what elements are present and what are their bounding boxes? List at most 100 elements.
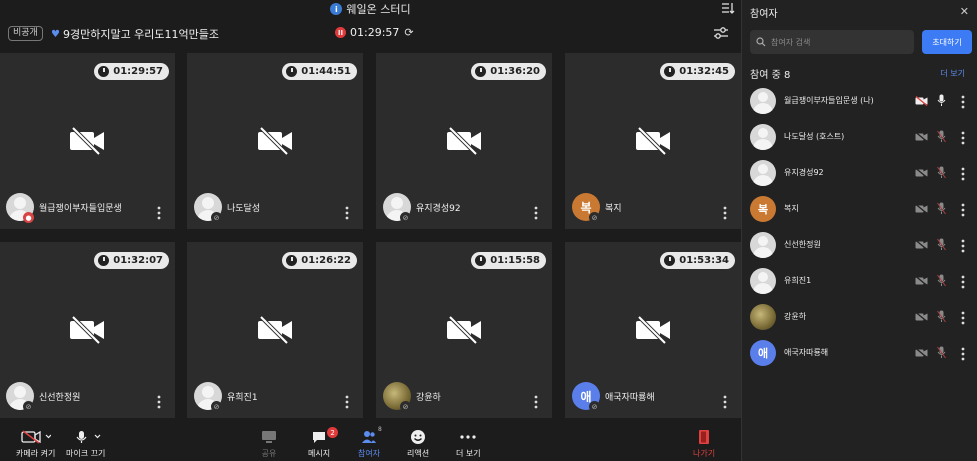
screen-share-icon — [262, 431, 276, 443]
elapsed-time-badge: 01:15:58 — [471, 252, 546, 269]
camera-off-icon — [915, 312, 928, 322]
participant-row[interactable]: 강윤하 — [742, 301, 977, 337]
room-header: 비공개 ♥ 9경만하지말고 우리도11억만들조 II 01:29:57 ⟳ — [0, 21, 741, 45]
info-icon[interactable]: i — [330, 3, 343, 15]
mic-muted-icon: ⊘ — [400, 401, 411, 412]
participant-row[interactable]: 월급쟁이부자들입문생 (나) — [742, 85, 977, 121]
close-icon[interactable]: ✕ — [960, 5, 969, 18]
mic-button-label: 마이크 끄기 — [66, 449, 106, 458]
more-vertical-icon[interactable] — [723, 205, 727, 220]
search-icon — [756, 37, 766, 47]
participant-row[interactable]: 신선한정원 — [742, 229, 977, 265]
private-badge: 비공개 — [8, 26, 43, 41]
exit-door-icon — [699, 430, 710, 444]
video-tile[interactable]: 01:32:07 ⊘ 신선한정원 — [0, 242, 175, 418]
video-area: i 웨일온 스터디 비공개 ♥ 9경만하지말고 우리도11억만들조 II 01:… — [0, 0, 741, 461]
more-link[interactable]: 더 보기 — [940, 68, 965, 79]
mic-off-icon — [937, 310, 946, 323]
clock-icon — [475, 255, 487, 266]
reaction-button-label: 리액션 — [407, 449, 430, 458]
clock-icon — [286, 255, 298, 266]
people-icon — [362, 431, 377, 443]
participant-name: 신선한정원 — [784, 240, 821, 249]
more-vertical-icon[interactable] — [961, 274, 965, 289]
more-vertical-icon[interactable] — [961, 202, 965, 217]
avatar: 복 — [750, 196, 776, 222]
more-button[interactable]: 더 보기 — [456, 429, 481, 459]
participant-row[interactable]: 나도달성 (호스트) — [742, 121, 977, 157]
smile-icon — [411, 430, 426, 444]
avatar — [750, 124, 776, 150]
avatar: 애 — [750, 340, 776, 366]
app-title: 웨일온 스터디 — [346, 3, 411, 16]
participants-button[interactable]: 8 참여자 — [358, 426, 382, 459]
video-tile[interactable]: 01:36:20 ⊘ 유지경성92 — [376, 53, 552, 229]
camera-off-icon — [915, 348, 928, 358]
message-button[interactable]: 2 메시지 — [308, 427, 339, 459]
mic-muted-icon: ⊘ — [211, 212, 222, 223]
participant-row[interactable]: 유지경성92 — [742, 157, 977, 193]
more-vertical-icon[interactable] — [723, 394, 727, 409]
video-tile[interactable]: 01:26:22 ⊘ 유희진1 — [187, 242, 363, 418]
clock-icon — [664, 66, 676, 77]
clock-icon — [475, 66, 487, 77]
refresh-icon[interactable]: ⟳ — [404, 26, 413, 39]
room-name: ♥ 9경만하지말고 우리도11억만들조 — [51, 26, 219, 42]
reaction-button[interactable]: 리액션 — [407, 429, 429, 459]
more-vertical-icon[interactable] — [157, 394, 161, 409]
more-vertical-icon[interactable] — [157, 205, 161, 220]
video-tile[interactable]: 01:44:51 ⊘ 나도달성 — [187, 53, 363, 229]
more-vertical-icon[interactable] — [534, 205, 538, 220]
invite-button[interactable]: 초대하기 — [922, 30, 972, 54]
elapsed-time: 01:44:51 — [301, 66, 351, 77]
mic-off-icon — [937, 202, 946, 215]
mic-muted-icon: ⊘ — [23, 401, 34, 412]
leave-button[interactable]: 나가기 — [693, 429, 715, 459]
participant-name: 나도달성 (호스트) — [784, 132, 845, 141]
more-vertical-icon[interactable] — [961, 130, 965, 145]
video-tile[interactable]: 01:32:45 복 ⊘ 복지 — [565, 53, 741, 229]
participant-name: 강윤하 — [416, 393, 441, 403]
more-horizontal-icon — [460, 435, 476, 439]
more-vertical-icon[interactable] — [534, 394, 538, 409]
mic-button[interactable]: 마이크 끄기 — [66, 429, 105, 459]
more-vertical-icon[interactable] — [345, 205, 349, 220]
participants-button-label: 참여자 — [358, 449, 381, 458]
message-button-label: 메시지 — [308, 449, 331, 458]
more-vertical-icon[interactable] — [961, 346, 965, 361]
sort-icon[interactable] — [721, 1, 735, 15]
panel-title: 참여자 — [750, 9, 778, 20]
participant-name: 복지 — [784, 204, 799, 213]
video-tile[interactable]: 01:53:34 애 ⊘ 애국자따룡해 — [565, 242, 741, 418]
elapsed-time-badge: 01:36:20 — [471, 63, 546, 80]
record-icon: II — [335, 27, 346, 38]
more-vertical-icon[interactable] — [961, 238, 965, 253]
camera-off-icon — [915, 204, 928, 214]
camera-off-icon — [70, 315, 104, 345]
mic-off-icon — [937, 238, 946, 251]
more-vertical-icon[interactable] — [345, 394, 349, 409]
participant-name: 신선한정원 — [39, 393, 81, 403]
participant-search[interactable] — [750, 30, 914, 54]
sliders-icon[interactable] — [713, 26, 729, 40]
participant-row[interactable]: 복 복지 — [742, 193, 977, 229]
elapsed-time-badge: 01:32:07 — [94, 252, 169, 269]
camera-off-icon — [915, 132, 928, 142]
clock-icon — [664, 255, 676, 266]
participant-name: 나도달성 — [227, 204, 261, 214]
more-vertical-icon[interactable] — [961, 94, 965, 109]
share-button[interactable]: 공유 — [261, 429, 277, 459]
participants-count: 8 — [378, 426, 382, 433]
participant-name: 강윤하 — [784, 312, 807, 321]
participant-name: 유희진1 — [227, 393, 258, 403]
chat-icon — [313, 432, 326, 443]
more-vertical-icon[interactable] — [961, 310, 965, 325]
search-input[interactable] — [771, 37, 911, 47]
camera-button[interactable]: 카메라 켜기 — [16, 429, 55, 459]
participant-row[interactable]: 유희진1 — [742, 265, 977, 301]
more-vertical-icon[interactable] — [961, 166, 965, 181]
video-tile[interactable]: 01:29:57 ● 월급쟁이부자들입문생 — [0, 53, 175, 229]
video-tile[interactable]: 01:15:58 ⊘ 강윤하 — [376, 242, 552, 418]
camera-off-icon — [447, 126, 481, 156]
participant-row[interactable]: 애 애국자따룡해 — [742, 337, 977, 373]
